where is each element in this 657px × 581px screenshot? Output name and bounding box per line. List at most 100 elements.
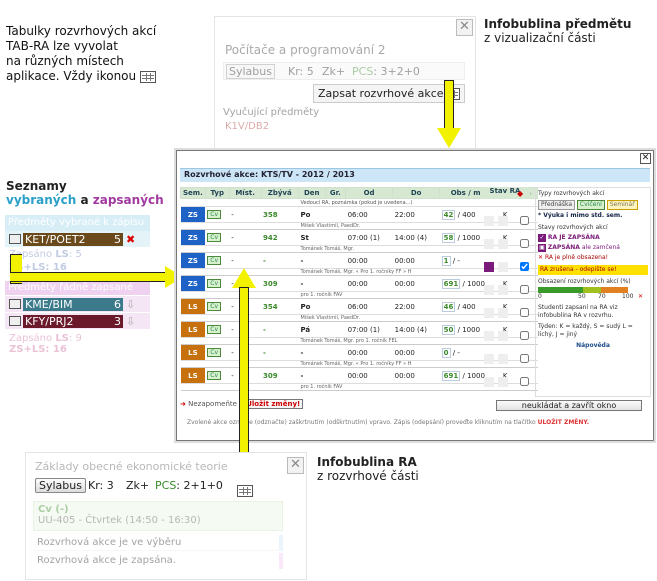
type-badge: Cv: [207, 256, 221, 265]
enroll-checkbox[interactable]: [520, 262, 529, 271]
col-typ[interactable]: Typ: [204, 187, 230, 199]
zbyva-cell: 309: [261, 367, 299, 384]
sem-cell: ZS: [180, 252, 206, 269]
do-cell: 14:00 (4): [392, 321, 440, 338]
exam-type: Zk+: [126, 479, 150, 492]
table-icon[interactable]: [139, 70, 156, 83]
stav-row: [480, 370, 530, 393]
legend-zapsana: ✓ RA JE ZAPSÁNA: [538, 234, 600, 242]
syllabus-button[interactable]: Sylabus: [226, 64, 275, 79]
type-sem-badge: Seminář: [606, 200, 638, 210]
col-sem[interactable]: Sem.: [180, 187, 206, 199]
gr-cell: [325, 275, 346, 292]
typ-cell: Cv: [205, 252, 230, 269]
col-gr[interactable]: Gr.: [324, 187, 347, 199]
type-badge: Cv: [207, 371, 221, 380]
enroll-checkbox[interactable]: [520, 377, 529, 386]
bottom-bubble-heading: Infobublina RA: [317, 455, 417, 469]
gr-cell: [325, 321, 346, 338]
pcs: PCS: 2+1+0: [155, 479, 223, 492]
enroll-checkbox[interactable]: [520, 285, 529, 294]
sem-cell: LS: [180, 298, 206, 315]
course-title: Počítače a programování 2: [225, 43, 386, 57]
note-line: TAB-RA lze vyvolat: [6, 39, 118, 53]
do-cell: 14:00 (4): [392, 229, 440, 246]
do-cell: 22:00: [392, 298, 440, 315]
gr-cell: [325, 367, 346, 384]
enroll-checkbox[interactable]: [520, 354, 529, 363]
col-od[interactable]: Od: [345, 187, 394, 199]
enroll-checkbox[interactable]: [520, 216, 529, 225]
od-cell: 00:00: [345, 275, 393, 292]
zbyva-cell: 354: [261, 298, 299, 315]
enroll-ra-button[interactable]: Zapsat rozvrhové akce: [313, 84, 465, 103]
stav-empty-icon: [498, 215, 508, 226]
stav-empty-icon: [498, 376, 508, 387]
stav-empty-icon: [484, 238, 494, 249]
cross-icon: ✕: [538, 254, 544, 261]
list-item[interactable]: KET/POET2 5 ✖: [5, 231, 150, 247]
enrolled-header: Předměty řádně zapsané: [5, 281, 150, 295]
zbyva-cell: 358: [261, 206, 299, 223]
dialog-actions: ➜ Nezapomeňte Uložit změny! neukládat a …: [180, 399, 650, 414]
close-icon[interactable]: ✕: [640, 153, 651, 164]
remove-icon[interactable]: ✖: [126, 233, 135, 246]
lists-heading-line1: Seznamy: [6, 179, 67, 193]
od-cell: 06:00: [345, 298, 393, 315]
typ-cell: Cv: [205, 367, 230, 384]
syllabus-button[interactable]: Sylabus: [35, 478, 86, 493]
occupancy-scale: 0 50 70 100 ✕: [538, 293, 644, 300]
enroll-checkbox[interactable]: [520, 331, 529, 340]
enroll-checkbox[interactable]: [520, 308, 529, 317]
col-do[interactable]: Do: [392, 187, 441, 199]
selected-header: Předměty vybrané k zápisu: [5, 215, 150, 231]
credits: Kr: 3: [88, 479, 114, 492]
list-item[interactable]: KFY/PRJ2 3 ⇩: [5, 313, 150, 329]
cv-room: UU-405 - Čtvrtek (14:50 - 16:30): [38, 515, 201, 526]
mist-cell: -: [229, 229, 261, 246]
stav-empty-icon: [484, 330, 494, 341]
unlock-icon[interactable]: ⇩: [126, 298, 135, 311]
table-icon[interactable]: [237, 484, 253, 497]
od-cell: 00:00: [345, 367, 393, 384]
enroll-checkbox[interactable]: [520, 239, 529, 248]
table-icon[interactable]: [9, 234, 21, 244]
table-icon[interactable]: [9, 299, 21, 309]
close-icon[interactable]: ✕: [287, 457, 304, 474]
typ-cell: Cv: [205, 298, 230, 315]
do-cell: 00:00: [392, 367, 440, 384]
exam-type: Zk+: [322, 65, 346, 78]
stav-empty-icon: [498, 261, 508, 272]
help-link[interactable]: Nápověda: [538, 342, 648, 350]
legend-week-note: Týden: K = každý, S = sudý L = lichý, J …: [538, 323, 633, 338]
zbyva-cell: -: [261, 344, 299, 361]
table-icon[interactable]: [9, 316, 21, 326]
close-without-save-button[interactable]: neukládat a zavřít okno: [496, 400, 642, 411]
legend-locked: ▣ ZAPSÁNA ale zamčená: [538, 244, 620, 252]
note-line: aplikace. Vždy ikonou: [6, 69, 171, 84]
list-item[interactable]: KME/BIM 6 ⇩: [5, 296, 150, 312]
den-cell: Po: [298, 206, 326, 223]
stav-empty-icon: [484, 284, 494, 295]
close-icon[interactable]: ✕: [456, 19, 473, 36]
stav-empty-icon: [498, 284, 508, 295]
col-mist[interactable]: Míst.: [228, 187, 262, 199]
cross-icon: ✕: [638, 293, 644, 300]
type-badge: Cv: [207, 302, 221, 311]
legend-types-title: Typy rozvrhových akcí: [538, 190, 605, 197]
typ-cell: Cv: [205, 321, 230, 338]
bottom-bubble-caption: Infobublina RA z rozvrhové části: [317, 455, 467, 483]
typ-cell: Cv: [205, 344, 230, 361]
unlock-icon[interactable]: ⇩: [126, 315, 135, 328]
do-cell: 22:00: [392, 206, 440, 223]
lock-icon: ▣: [538, 244, 546, 252]
od-cell: 07:00 (1): [345, 321, 393, 338]
col-den[interactable]: Den: [297, 187, 326, 199]
teachers-label: Vyučující předměty: [223, 107, 320, 118]
den-cell: -: [298, 344, 326, 361]
col-zbyva[interactable]: Zbývá: [260, 187, 299, 199]
den-cell: Po: [298, 298, 326, 315]
typ-cell: Cv: [205, 275, 230, 292]
do-cell: 00:00: [392, 252, 440, 269]
save-button[interactable]: Uložit změny!: [243, 399, 304, 409]
